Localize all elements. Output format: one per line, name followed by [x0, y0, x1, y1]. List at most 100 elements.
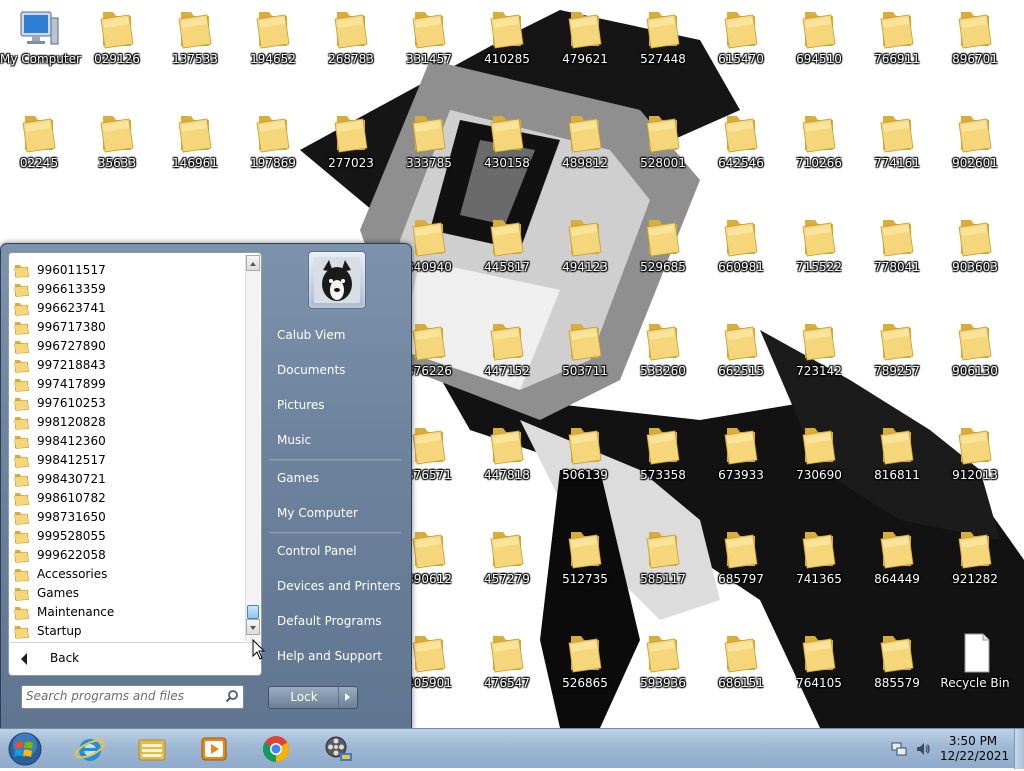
desktop-folder[interactable]: 194652	[234, 0, 312, 96]
program-folder-item[interactable]: 998412360	[13, 432, 243, 451]
desktop-folder[interactable]: 146961	[156, 104, 234, 200]
desktop-folder[interactable]: 685797	[702, 520, 780, 616]
desktop-folder[interactable]: 694510	[780, 0, 858, 96]
search-input[interactable]	[26, 688, 216, 704]
desktop-folder[interactable]: 457279	[468, 520, 546, 616]
scroll-thumb[interactable]	[247, 605, 259, 619]
help-support-link[interactable]: Help and Support	[267, 641, 403, 671]
program-folder-item[interactable]: Games	[13, 584, 243, 603]
desktop-folder[interactable]: 593936	[624, 624, 702, 720]
program-folder-item[interactable]: 996717380	[13, 318, 243, 337]
default-programs-link[interactable]: Default Programs	[267, 606, 403, 636]
desktop-folder[interactable]: 528001	[624, 104, 702, 200]
desktop-folder[interactable]: 506139	[546, 416, 624, 512]
scroll-down-button[interactable]	[246, 619, 260, 635]
user-name-link[interactable]: Calub Viem	[267, 320, 403, 350]
desktop-folder[interactable]: 585117	[624, 520, 702, 616]
program-folder-item[interactable]: 997610253	[13, 394, 243, 413]
desktop-folder[interactable]: 277023	[312, 104, 390, 200]
desktop-folder[interactable]: 778041	[858, 208, 936, 304]
desktop-folder[interactable]: 662515	[702, 312, 780, 408]
network-icon[interactable]	[891, 741, 907, 757]
program-folder-item[interactable]: 998412517	[13, 451, 243, 470]
desktop-folder[interactable]: 430158	[468, 104, 546, 200]
desktop-folder[interactable]: 912013	[936, 416, 1014, 512]
control-panel-link[interactable]: Control Panel	[267, 536, 403, 566]
program-folder-item[interactable]: 999528055	[13, 527, 243, 546]
desktop-folder[interactable]: 789257	[858, 312, 936, 408]
desktop-folder[interactable]: 268783	[312, 0, 390, 96]
desktop-folder[interactable]: 533260	[624, 312, 702, 408]
program-folder-item[interactable]: 996623741	[13, 299, 243, 318]
program-folder-item[interactable]: 996727890	[13, 337, 243, 356]
desktop-folder[interactable]: 503711	[546, 312, 624, 408]
programs-scrollbar[interactable]	[245, 255, 260, 641]
shutdown-options-arrow[interactable]	[338, 686, 358, 709]
desktop-folder[interactable]: 764105	[780, 624, 858, 720]
desktop-folder[interactable]: 741365	[780, 520, 858, 616]
desktop-folder[interactable]: 730690	[780, 416, 858, 512]
program-folder-item[interactable]: 999622058	[13, 546, 243, 565]
desktop-folder[interactable]: 137533	[156, 0, 234, 96]
desktop-folder[interactable]: 660981	[702, 208, 780, 304]
desktop-folder[interactable]: 489812	[546, 104, 624, 200]
desktop-folder[interactable]: 197869	[234, 104, 312, 200]
desktop-folder[interactable]: 527448	[624, 0, 702, 96]
desktop-my-computer[interactable]: My Computer	[0, 0, 81, 96]
desktop-folder[interactable]: 642546	[702, 104, 780, 200]
desktop-folder[interactable]: 686151	[702, 624, 780, 720]
desktop-folder[interactable]: 766911	[858, 0, 936, 96]
file-explorer-button[interactable]	[124, 731, 180, 767]
program-folder-item[interactable]: Accessories	[13, 565, 243, 584]
desktop-folder[interactable]: 715522	[780, 208, 858, 304]
desktop-folder[interactable]: 447818	[468, 416, 546, 512]
desktop-folder[interactable]: 333785	[390, 104, 468, 200]
search-icon[interactable]	[225, 689, 239, 703]
all-programs-list[interactable]: 996011517 996613359 996623741 996717380 9967…	[8, 252, 262, 643]
desktop-folder[interactable]: 479621	[546, 0, 624, 96]
desktop-folder[interactable]: 494123	[546, 208, 624, 304]
desktop-folder[interactable]: 710266	[780, 104, 858, 200]
program-folder-item[interactable]: 998120828	[13, 413, 243, 432]
desktop-folder[interactable]: 906130	[936, 312, 1014, 408]
user-avatar[interactable]	[308, 251, 366, 309]
desktop-folder[interactable]: 445817	[468, 208, 546, 304]
back-button[interactable]: Back	[8, 642, 262, 676]
desktop-folder[interactable]: 774161	[858, 104, 936, 200]
desktop-folder[interactable]: 35633	[78, 104, 156, 200]
program-folder-item[interactable]: 996011517	[13, 261, 243, 280]
desktop-folder[interactable]: 02245	[0, 104, 78, 200]
scroll-up-button[interactable]	[246, 255, 260, 271]
desktop-folder[interactable]: 447152	[468, 312, 546, 408]
program-folder-item[interactable]: 996613359	[13, 280, 243, 299]
desktop-folder[interactable]: 529685	[624, 208, 702, 304]
lock-button[interactable]: Lock	[268, 686, 340, 709]
program-folder-item[interactable]: 997417899	[13, 375, 243, 394]
program-folder-item[interactable]: 998731650	[13, 508, 243, 527]
desktop-folder[interactable]: 526865	[546, 624, 624, 720]
desktop-folder[interactable]: 615470	[702, 0, 780, 96]
program-folder-item[interactable]: 998610782	[13, 489, 243, 508]
clock[interactable]: 3:50 PM 12/22/2021	[940, 734, 1009, 764]
desktop-folder[interactable]: 573358	[624, 416, 702, 512]
program-folder-item[interactable]: Maintenance	[13, 603, 243, 622]
desktop-folder[interactable]: 896701	[936, 0, 1014, 96]
desktop-folder[interactable]: 673933	[702, 416, 780, 512]
devices-printers-link[interactable]: Devices and Printers	[267, 571, 403, 601]
desktop-folder[interactable]: 902601	[936, 104, 1014, 200]
desktop-recycle-bin[interactable]: Recycle Bin	[936, 624, 1014, 720]
games-link[interactable]: Games	[267, 463, 403, 493]
desktop-folder[interactable]: 410285	[468, 0, 546, 96]
desktop-folder[interactable]: 885579	[858, 624, 936, 720]
desktop-folder[interactable]: 903603	[936, 208, 1014, 304]
internet-explorer-button[interactable]	[62, 731, 118, 767]
volume-icon[interactable]	[915, 741, 931, 757]
desktop-folder[interactable]: 512735	[546, 520, 624, 616]
show-desktop-button[interactable]	[1014, 729, 1024, 769]
start-button[interactable]	[5, 731, 45, 767]
desktop-folder[interactable]: 864449	[858, 520, 936, 616]
media-center-button[interactable]	[310, 731, 366, 767]
desktop-folder[interactable]: 816811	[858, 416, 936, 512]
music-link[interactable]: Music	[267, 425, 403, 455]
pictures-link[interactable]: Pictures	[267, 390, 403, 420]
